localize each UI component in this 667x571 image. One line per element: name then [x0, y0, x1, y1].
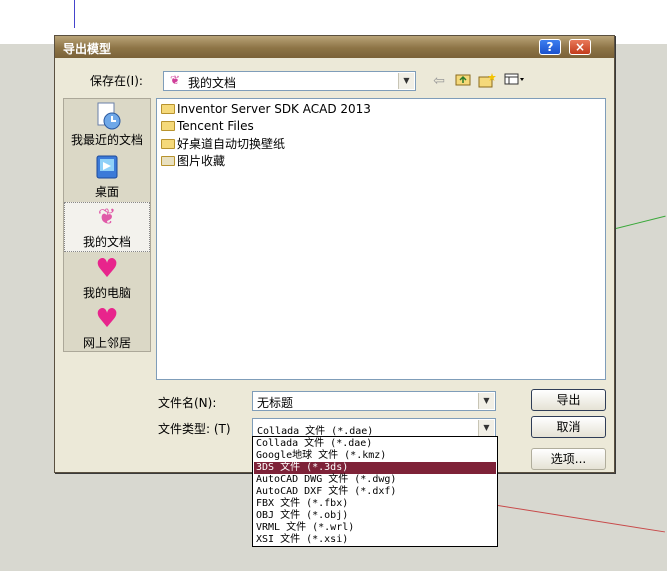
place-label: 网上邻居: [82, 336, 131, 350]
filetype-option-selected[interactable]: 3DS 文件 (*.3ds): [254, 462, 496, 474]
file-name: Inventor Server SDK ACAD 2013: [177, 102, 371, 116]
filetype-option[interactable]: OBJ 文件 (*.obj): [254, 510, 496, 522]
place-my-documents[interactable]: ❦ 我的文档: [64, 202, 150, 252]
filetype-option[interactable]: Google地球 文件 (*.kmz): [254, 450, 496, 462]
filetype-dropdown-list[interactable]: Collada 文件 (*.dae) Google地球 文件 (*.kmz) 3…: [252, 436, 498, 547]
filetype-option[interactable]: Collada 文件 (*.dae): [254, 438, 496, 450]
recent-documents-icon: [90, 101, 124, 131]
folder-icon: [161, 104, 175, 114]
my-documents-icon: ❦: [97, 205, 117, 230]
axis-red-line: [497, 505, 665, 533]
close-button[interactable]: ×: [569, 39, 591, 55]
filetype-option[interactable]: XSI 文件 (*.xsi): [254, 534, 496, 546]
place-label: 我的电脑: [82, 286, 131, 300]
save-in-value: 我的文档: [188, 76, 237, 90]
list-item[interactable]: Inventor Server SDK ACAD 2013: [161, 102, 371, 118]
filetype-option[interactable]: AutoCAD DWG 文件 (*.dwg): [254, 474, 496, 486]
my-documents-small-icon: ❦: [170, 73, 181, 87]
filetype-option[interactable]: VRML 文件 (*.wrl): [254, 522, 496, 534]
place-label: 我的文档: [82, 235, 131, 249]
options-button[interactable]: 选项...: [531, 448, 606, 470]
export-button[interactable]: 导出: [531, 389, 606, 411]
filetype-value: Collada 文件 (*.dae): [257, 426, 374, 437]
list-item[interactable]: 好桌道自动切换壁纸: [161, 135, 285, 151]
my-computer-icon: ♥: [95, 254, 119, 284]
folder-icon: [161, 139, 175, 149]
filetype-label: 文件类型: (T): [158, 422, 231, 436]
file-name: 好桌道自动切换壁纸: [177, 137, 286, 151]
chevron-down-icon[interactable]: ▼: [478, 393, 494, 409]
file-name: 图片收藏: [177, 154, 226, 168]
list-item[interactable]: 图片收藏: [161, 152, 225, 168]
network-places-icon: ♥: [95, 304, 119, 334]
file-list[interactable]: Inventor Server SDK ACAD 2013 Tencent Fi…: [156, 98, 606, 380]
folder-icon: [161, 121, 175, 131]
view-menu-icon[interactable]: [503, 72, 527, 90]
up-folder-icon[interactable]: [453, 72, 473, 90]
chevron-down-icon[interactable]: ▼: [478, 420, 494, 436]
dialog-title: 导出模型: [63, 42, 112, 56]
place-label: 桌面: [94, 185, 119, 199]
place-my-computer[interactable]: ♥ 我的电脑: [64, 254, 150, 302]
picture-folder-icon: [161, 156, 175, 166]
back-arrow-icon[interactable]: ⇦: [429, 72, 449, 90]
list-item[interactable]: Tencent Files: [161, 119, 254, 135]
place-label: 我最近的文档: [70, 133, 143, 147]
axis-green-line: [615, 215, 666, 229]
help-button[interactable]: ?: [539, 39, 561, 55]
places-bar: 我最近的文档 桌面 ❦ 我的文档 ♥ 我的电脑 ♥ 网上邻居: [63, 98, 151, 352]
filetype-option[interactable]: AutoCAD DXF 文件 (*.dxf): [254, 486, 496, 498]
axis-blue-line: [74, 0, 75, 28]
filename-value: 无标题: [257, 396, 294, 410]
save-in-label: 保存在(I):: [90, 74, 143, 88]
filetype-select[interactable]: Collada 文件 (*.dae) ▼: [252, 418, 496, 438]
cancel-button[interactable]: 取消: [531, 416, 606, 438]
filename-field[interactable]: 无标题 ▼: [252, 391, 496, 411]
export-model-dialog: 导出模型 ? × 保存在(I): 我的文档 ❦ ▼ ⇦ 我最近的文档 桌面 ❦: [54, 35, 615, 473]
file-name: Tencent Files: [177, 119, 254, 133]
new-folder-icon[interactable]: [477, 72, 497, 90]
chevron-down-icon[interactable]: ▼: [398, 73, 414, 89]
filetype-option[interactable]: FBX 文件 (*.fbx): [254, 498, 496, 510]
filename-label: 文件名(N):: [158, 396, 217, 410]
save-in-combo[interactable]: 我的文档 ❦ ▼: [163, 71, 416, 91]
title-bar[interactable]: 导出模型 ? ×: [55, 36, 614, 58]
desktop-icon: [90, 153, 124, 183]
place-recent-documents[interactable]: 我最近的文档: [64, 101, 150, 151]
place-network[interactable]: ♥ 网上邻居: [64, 304, 150, 352]
place-desktop[interactable]: 桌面: [64, 153, 150, 201]
